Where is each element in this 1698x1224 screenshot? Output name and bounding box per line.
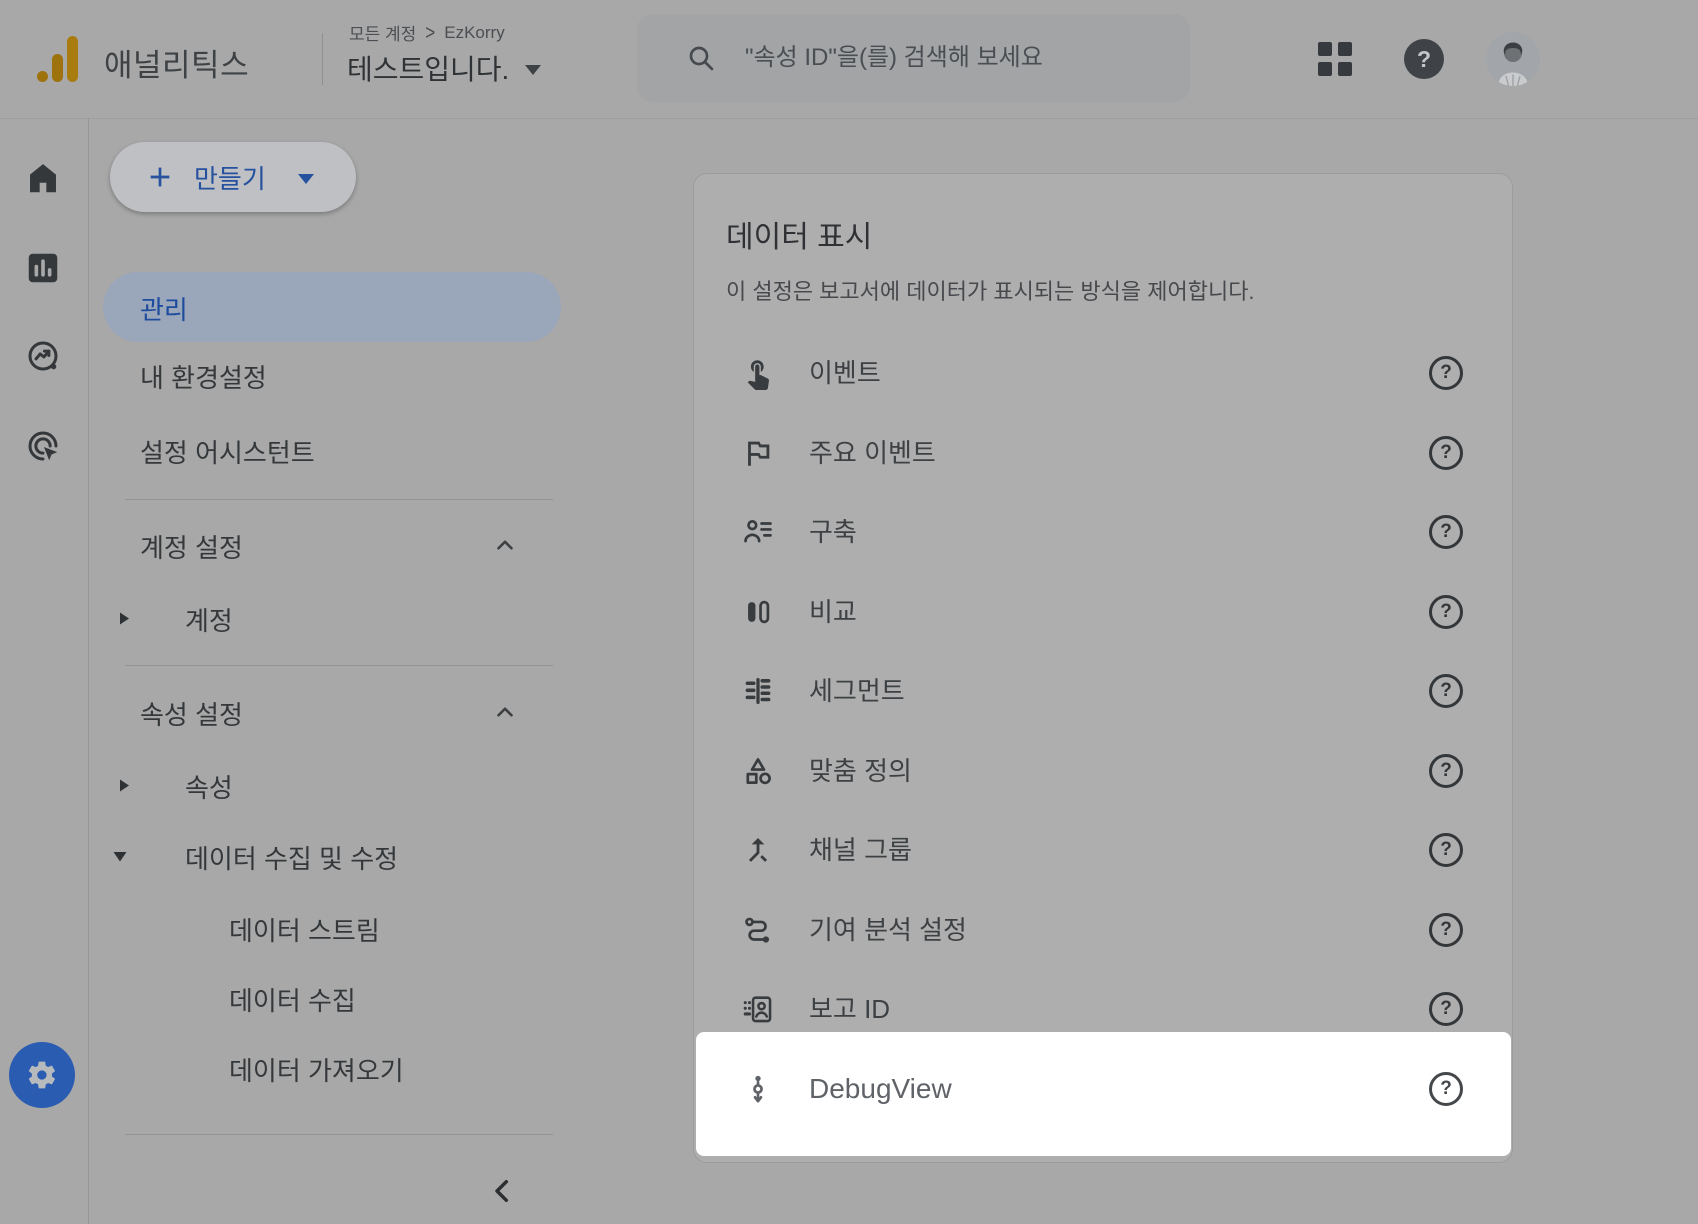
sidebar-item-data-streams[interactable]: 데이터 스트림 — [229, 911, 380, 948]
help-circle-icon[interactable]: ? — [1429, 674, 1463, 708]
data-display-card: 데이터 표시 이 설정은 보고서에 데이터가 표시되는 방식을 제어합니다. 이… — [693, 173, 1513, 1163]
nav-rail — [0, 118, 89, 1224]
admin-gear-button[interactable] — [9, 1042, 75, 1108]
sidebar-item-data-collection[interactable]: 데이터 수집 및 수정 — [185, 839, 398, 876]
expand-right-icon[interactable] — [118, 778, 130, 793]
card-row[interactable]: 구축? — [694, 492, 1512, 572]
sidebar-item-admin-label: 관리 — [140, 290, 188, 327]
card-row-label: 비교 — [809, 572, 857, 652]
sidebar-divider — [125, 665, 553, 666]
chevron-up-icon[interactable] — [492, 532, 518, 558]
advertising-icon[interactable] — [24, 427, 62, 465]
card-row-label: 주요 이벤트 — [809, 413, 936, 493]
help-circle-icon[interactable]: ? — [1429, 436, 1463, 470]
debug-route-icon — [741, 1072, 775, 1106]
card-row-label: 보고 ID — [809, 969, 890, 1049]
card-row[interactable]: 주요 이벤트? — [694, 413, 1512, 493]
card-row[interactable]: 이벤트? — [694, 333, 1512, 413]
card-row-label: DebugView — [809, 1049, 952, 1129]
sidebar-item-property[interactable]: 속성 — [185, 768, 233, 805]
card-row[interactable]: DebugView? — [694, 1049, 1512, 1129]
card-title: 데이터 표시 — [726, 212, 872, 256]
search-input[interactable] — [743, 43, 1167, 73]
help-circle-icon[interactable]: ? — [1429, 913, 1463, 947]
card-row-label: 맞춤 정의 — [809, 731, 912, 811]
badge-id-icon — [741, 992, 775, 1026]
avatar[interactable] — [1486, 32, 1540, 86]
breadcrumb-account[interactable]: EzKorry — [444, 23, 504, 43]
chevron-down-icon — [525, 65, 541, 75]
sidebar-divider — [125, 1134, 553, 1135]
tap-icon — [741, 356, 775, 390]
sidebar-item-data-import[interactable]: 데이터 수집 — [229, 981, 356, 1018]
merge-arrow-icon — [741, 833, 775, 867]
breadcrumb-chevron-icon: > — [425, 20, 435, 45]
expand-right-icon[interactable] — [118, 611, 130, 626]
help-circle-icon[interactable]: ? — [1429, 595, 1463, 629]
sidebar-item-setup-assistant[interactable]: 설정 어시스턴트 — [140, 433, 315, 470]
sidebar-item-my-preferences[interactable]: 내 환경설정 — [140, 358, 267, 395]
search-icon — [685, 42, 717, 74]
segment-icon — [741, 674, 775, 708]
google-apps-grid-icon[interactable] — [1318, 42, 1352, 76]
chevron-down-icon — [298, 174, 314, 184]
expand-down-icon[interactable] — [112, 850, 128, 863]
create-button-label: 만들기 — [194, 159, 266, 196]
compare-icon — [741, 595, 775, 629]
breadcrumb-all-accounts[interactable]: 모든 계정 — [349, 20, 416, 45]
plus-icon — [144, 161, 176, 193]
search-bar[interactable] — [637, 14, 1190, 102]
top-app-bar: 애널리틱스 모든 계정 > EzKorry 테스트입니다. ? — [0, 0, 1698, 119]
card-row-label: 채널 그룹 — [809, 810, 912, 890]
sidebar-item-account[interactable]: 계정 — [185, 601, 233, 638]
shapes-icon — [741, 754, 775, 788]
card-subtitle: 이 설정은 보고서에 데이터가 표시되는 방식을 제어합니다. — [726, 274, 1255, 306]
card-row[interactable]: 보고 ID? — [694, 969, 1512, 1049]
card-row[interactable]: 비교? — [694, 572, 1512, 652]
route-icon — [741, 913, 775, 947]
header-divider — [322, 33, 323, 85]
help-circle-icon[interactable]: ? — [1429, 356, 1463, 390]
property-selector[interactable]: 테스트입니다. — [347, 48, 541, 88]
reports-icon[interactable] — [24, 249, 62, 287]
card-row-label: 이벤트 — [809, 333, 881, 413]
card-row[interactable]: 채널 그룹? — [694, 810, 1512, 890]
section-property-settings[interactable]: 속성 설정 — [140, 695, 243, 732]
audience-icon — [741, 515, 775, 549]
chevron-up-icon[interactable] — [492, 699, 518, 725]
help-circle-icon[interactable]: ? — [1429, 754, 1463, 788]
card-row[interactable]: 기여 분석 설정? — [694, 890, 1512, 970]
collapse-sidebar-button[interactable] — [487, 1175, 519, 1207]
help-circle-icon[interactable]: ? — [1429, 992, 1463, 1026]
card-row-label: 기여 분석 설정 — [809, 890, 967, 970]
help-circle-icon[interactable]: ? — [1429, 833, 1463, 867]
help-circle-icon[interactable]: ? — [1429, 1072, 1463, 1106]
explore-icon[interactable] — [24, 337, 62, 375]
card-row[interactable]: 세그먼트? — [694, 651, 1512, 731]
analytics-logo-icon[interactable] — [37, 36, 79, 82]
sidebar-item-data-import2[interactable]: 데이터 가져오기 — [229, 1051, 404, 1088]
section-account-settings[interactable]: 계정 설정 — [140, 528, 243, 565]
breadcrumb[interactable]: 모든 계정 > EzKorry — [349, 20, 505, 45]
help-circle-icon[interactable]: ? — [1429, 515, 1463, 549]
gear-icon — [26, 1059, 58, 1091]
property-title: 테스트입니다. — [347, 48, 509, 88]
card-row[interactable]: 맞춤 정의? — [694, 731, 1512, 811]
create-button[interactable]: 만들기 — [110, 142, 356, 212]
help-button[interactable]: ? — [1404, 39, 1444, 79]
sidebar-divider — [125, 499, 553, 500]
card-row-label: 세그먼트 — [809, 651, 905, 731]
card-row-label: 구축 — [809, 492, 857, 572]
product-name: 애널리틱스 — [104, 40, 249, 85]
flag-icon — [741, 436, 775, 470]
home-icon[interactable] — [24, 159, 62, 197]
